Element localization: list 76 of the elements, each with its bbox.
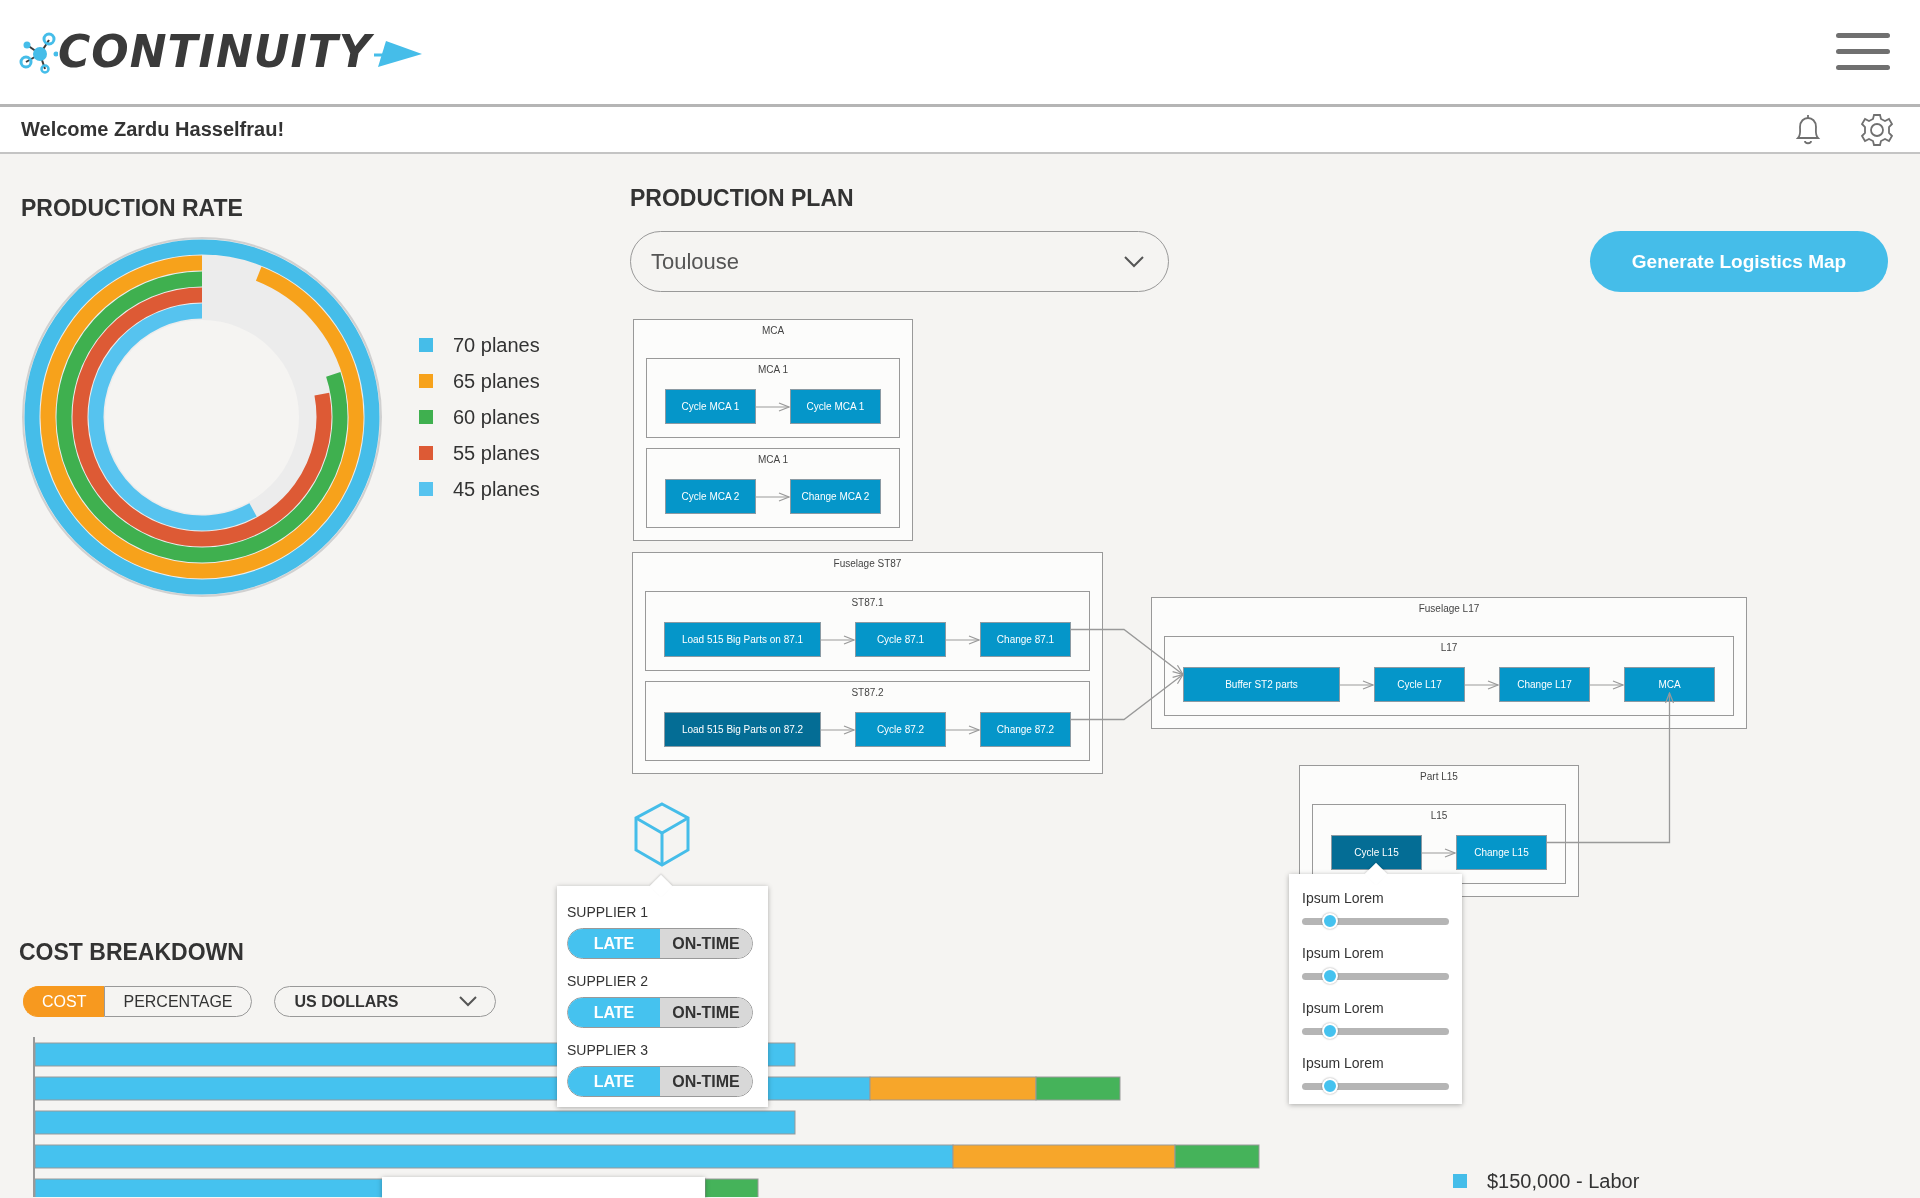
process-node[interactable]: Change L15 bbox=[1456, 835, 1547, 870]
connector-arrow bbox=[1422, 847, 1456, 858]
subgroup-title: L15 bbox=[1429, 809, 1449, 823]
logo-text: CONTINUITY bbox=[58, 27, 372, 77]
process-node[interactable]: Cycle MCA 1 bbox=[790, 389, 881, 424]
section-title: PRODUCTION RATE bbox=[21, 194, 244, 222]
site-dropdown[interactable]: Toulouse bbox=[630, 231, 1169, 292]
group-title: Fuselage L17 bbox=[1417, 602, 1481, 616]
slider-label: Ipsum Lorem bbox=[1302, 1000, 1385, 1016]
process-node[interactable]: Change L17 bbox=[1499, 667, 1590, 702]
group-title: Fuselage ST87 bbox=[832, 557, 903, 571]
welcome-text: Welcome Zardu Hasselfrau! bbox=[21, 118, 285, 141]
connector-arrow bbox=[1340, 679, 1374, 690]
supplier-label: SUPPLIER 2 bbox=[567, 973, 649, 989]
subgroup-title: L17 bbox=[1439, 641, 1459, 655]
slider-label: Ipsum Lorem bbox=[1302, 890, 1385, 906]
process-node[interactable]: Change 87.1 bbox=[980, 622, 1071, 657]
supplier-label: SUPPLIER 3 bbox=[567, 1042, 649, 1058]
legend-label: $150,000 - Labor bbox=[1487, 1169, 1640, 1193]
legend-label: 65 planes bbox=[453, 369, 540, 393]
slider-thumb[interactable] bbox=[1321, 1078, 1338, 1094]
legend-label: 70 planes bbox=[453, 333, 540, 357]
menu-icon[interactable] bbox=[1836, 33, 1890, 71]
process-node[interactable]: Load 515 Big Parts on 87.1 bbox=[664, 622, 821, 657]
status-toggle-option[interactable]: LATE bbox=[568, 1067, 660, 1096]
process-node[interactable]: Cycle 87.1 bbox=[855, 622, 946, 657]
connector-arrow bbox=[946, 634, 980, 645]
group-title: Part L15 bbox=[1419, 770, 1459, 784]
process-node[interactable]: Change MCA 2 bbox=[790, 479, 881, 514]
status-toggle-option[interactable]: ON-TIME bbox=[660, 1067, 752, 1096]
status-toggle-option[interactable]: ON-TIME bbox=[660, 998, 752, 1027]
connector-arrow bbox=[821, 634, 855, 645]
legend-label: 45 planes bbox=[453, 477, 540, 501]
connector-arrow bbox=[946, 724, 980, 735]
legend-label: 60 planes bbox=[453, 405, 540, 429]
currency-dropdown[interactable]: US DOLLARS bbox=[273, 986, 496, 1017]
slider-thumb[interactable] bbox=[1321, 968, 1338, 984]
process-node[interactable]: Load 515 Big Parts on 87.2 bbox=[664, 712, 821, 747]
status-toggle-option[interactable]: LATE bbox=[568, 998, 660, 1027]
process-node[interactable]: Buffer ST2 parts bbox=[1183, 667, 1340, 702]
group-title: MCA bbox=[760, 324, 786, 338]
subgroup-title: ST87.2 bbox=[850, 686, 885, 700]
process-node[interactable]: Cycle MCA 2 bbox=[665, 479, 756, 514]
process-node[interactable]: Cycle L17 bbox=[1374, 667, 1465, 702]
connector-arrow bbox=[1465, 679, 1499, 690]
chevron-icon bbox=[1124, 255, 1144, 268]
slider-label: Ipsum Lorem bbox=[1302, 1055, 1385, 1071]
slider-thumb[interactable] bbox=[1321, 913, 1338, 929]
status-toggle-option[interactable]: ON-TIME bbox=[660, 929, 752, 958]
slider-label: Ipsum Lorem bbox=[1302, 945, 1385, 961]
bell-icon[interactable] bbox=[1794, 113, 1822, 146]
settings-icon[interactable] bbox=[1860, 112, 1894, 147]
process-node[interactable]: Cycle 87.2 bbox=[855, 712, 946, 747]
generate-button[interactable]: Generate Logistics Map bbox=[1590, 231, 1888, 292]
section-title: COST BREAKDOWN bbox=[19, 938, 244, 966]
section-title: PRODUCTION PLAN bbox=[630, 184, 855, 212]
process-node[interactable]: MCA bbox=[1624, 667, 1715, 702]
cube-icon[interactable] bbox=[632, 801, 692, 868]
subgroup-title: MCA 1 bbox=[757, 363, 789, 377]
connector-arrow bbox=[756, 401, 790, 412]
slider-thumb[interactable] bbox=[1321, 1023, 1338, 1039]
connector-arrow bbox=[821, 724, 855, 735]
chevron-icon bbox=[458, 996, 477, 1007]
legend-label: 55 planes bbox=[453, 441, 540, 465]
subgroup-title: ST87.1 bbox=[850, 596, 885, 610]
tab[interactable]: PERCENTAGE bbox=[104, 986, 252, 1017]
connector-arrow bbox=[1590, 679, 1624, 690]
supplier-label: SUPPLIER 1 bbox=[567, 904, 649, 920]
arrow-icon bbox=[373, 39, 422, 69]
connector-arrow bbox=[756, 491, 790, 502]
tab[interactable]: COST bbox=[23, 986, 105, 1017]
process-node[interactable]: Change 87.2 bbox=[980, 712, 1071, 747]
process-node[interactable]: Cycle L15 bbox=[1331, 835, 1422, 870]
status-toggle-option[interactable]: LATE bbox=[568, 929, 660, 958]
subgroup-title: MCA 1 bbox=[757, 453, 789, 467]
process-node[interactable]: Cycle MCA 1 bbox=[665, 389, 756, 424]
